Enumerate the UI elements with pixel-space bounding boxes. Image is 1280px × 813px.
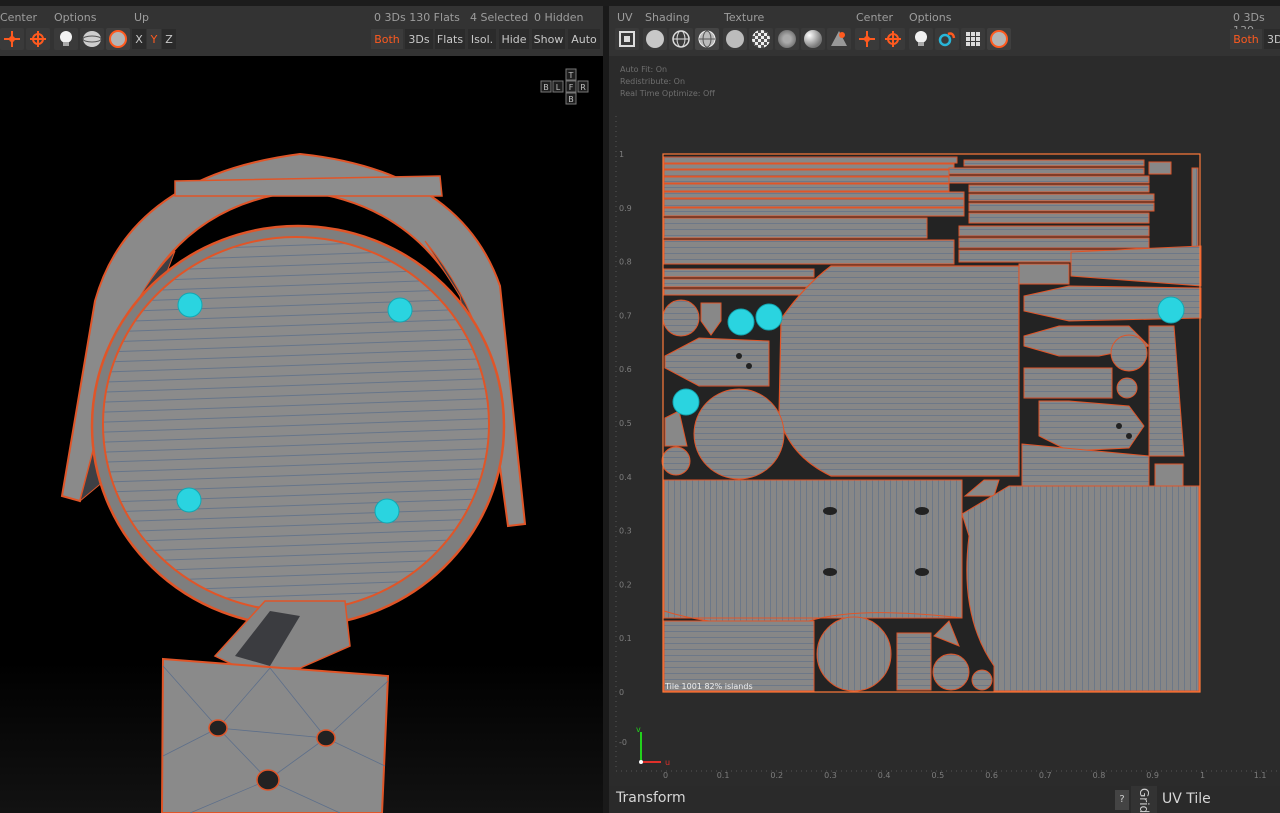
options-caption: Options xyxy=(909,11,952,24)
both-button[interactable]: Both xyxy=(1230,29,1262,49)
3d-viewport-toolbar: Center Options Up X Y Z 0 3Ds 130 Flats … xyxy=(0,6,603,56)
v-tick-label: 0.7 xyxy=(619,311,632,320)
v-tick-label: 0.8 xyxy=(619,258,632,267)
solid-sphere-icon[interactable] xyxy=(106,28,130,50)
grid-icon[interactable] xyxy=(961,28,985,50)
center-caption: Center xyxy=(0,11,38,24)
uv-viewport[interactable]: UV Shading Texture Center Options 0 3Ds … xyxy=(609,6,1280,813)
3d-button[interactable]: 3D xyxy=(1264,29,1280,49)
v-tick-label: 0.6 xyxy=(619,365,632,374)
help-button[interactable]: ? xyxy=(1115,790,1129,810)
v-tick-label: 0.3 xyxy=(619,527,632,536)
flat-sphere-icon[interactable] xyxy=(723,28,747,50)
uv-viewport-toolbar: UV Shading Texture Center Options 0 3Ds … xyxy=(609,6,1280,56)
dot-texture-icon[interactable] xyxy=(775,28,799,50)
v-tick-label: 0.1 xyxy=(619,634,632,643)
transform-move-icon[interactable] xyxy=(0,28,24,50)
show-button[interactable]: Show xyxy=(532,29,565,49)
auto-button[interactable]: Auto xyxy=(568,29,600,49)
v-tick-label: 1 xyxy=(619,150,624,159)
uv-caption: UV xyxy=(617,11,633,24)
shading-caption: Shading xyxy=(645,11,690,24)
v-axis-label: v xyxy=(636,725,641,734)
both-button[interactable]: Both xyxy=(371,29,403,49)
v-tick-label: 0.5 xyxy=(619,419,632,428)
transform-panel-tab[interactable]: Transform xyxy=(616,790,686,806)
u-tick-label: 0.1 xyxy=(717,771,730,780)
u-tick-label: 0.4 xyxy=(878,771,891,780)
u-tick-label: 0.2 xyxy=(770,771,783,780)
v-tick-label: 0 xyxy=(619,688,624,697)
selected-point xyxy=(176,487,202,513)
v-tick-label: 0.4 xyxy=(619,473,632,482)
solid-sphere-icon[interactable] xyxy=(987,28,1011,50)
up-caption: Up xyxy=(134,11,150,24)
3d-viewport[interactable]: Center Options Up X Y Z 0 3Ds 130 Flats … xyxy=(0,6,603,813)
v-tick-label: 0.2 xyxy=(619,580,632,589)
bottom-panel-bar: Transform ? Grid UV Tile xyxy=(609,786,1280,813)
light-bulb-icon[interactable] xyxy=(54,28,78,50)
uv-canvas[interactable]: Auto Fit: On Redistribute: On Real Time … xyxy=(609,56,1280,786)
tile-label: Tile 1001 82% islands xyxy=(665,682,753,691)
pivot-icon[interactable] xyxy=(881,28,905,50)
pivot-icon[interactable] xyxy=(26,28,50,50)
selected-uv-point xyxy=(672,388,700,416)
3d-scene[interactable]: T B L F R B xyxy=(0,56,603,813)
u-axis-label: u xyxy=(665,758,670,767)
selected-uv-point xyxy=(727,308,755,336)
u-tick-label: 0 xyxy=(663,771,668,780)
uv-tile-panel-tab[interactable]: UV Tile xyxy=(1162,791,1211,807)
u-tick-label: 0.7 xyxy=(1039,771,1052,780)
uv-frame-icon[interactable] xyxy=(615,28,639,50)
v-tick-label: 0.9 xyxy=(619,204,632,213)
selected-count: 4 Selected xyxy=(470,11,529,24)
hide-button[interactable]: Hide xyxy=(499,29,529,49)
v-tick-label: -0 xyxy=(619,738,627,747)
selected-point xyxy=(387,297,413,323)
object-count: 0 3Ds 130 Flats xyxy=(374,11,460,24)
u-tick-label: 0.9 xyxy=(1146,771,1159,780)
selected-uv-point xyxy=(755,303,783,331)
u-tick-label: 0.3 xyxy=(824,771,837,780)
wire-sphere-icon[interactable] xyxy=(80,28,104,50)
light-bulb-icon[interactable] xyxy=(909,28,933,50)
3ds-button[interactable]: 3Ds xyxy=(405,29,433,49)
selected-point xyxy=(177,292,203,318)
center-move-icon[interactable] xyxy=(855,28,879,50)
selected-point xyxy=(374,498,400,524)
checker-texture-icon[interactable] xyxy=(749,28,773,50)
uv-layout: 1 0.9 0.8 0.7 0.6 0.5 0.4 0.3 0.2 0.1 0 -0 0 0.1 0.2 0… xyxy=(615,116,1280,780)
flats-button[interactable]: Flats xyxy=(435,29,465,49)
hidden-count: 0 Hidden xyxy=(534,11,584,24)
wire-globe-icon[interactable] xyxy=(669,28,693,50)
u-tick-label: 0.6 xyxy=(985,771,998,780)
mesh-render xyxy=(60,152,527,813)
selected-uv-point xyxy=(1157,296,1185,324)
grid-panel-tab[interactable]: Grid xyxy=(1131,786,1157,813)
options-caption: Options xyxy=(54,11,97,24)
sphere-shading-icon[interactable] xyxy=(643,28,667,50)
axis-y-button[interactable]: Y xyxy=(147,29,161,49)
texture-caption: Texture xyxy=(724,11,765,24)
axis-z-button[interactable]: Z xyxy=(162,29,176,49)
u-tick-label: 0.8 xyxy=(1093,771,1106,780)
u-tick-label: 1.1 xyxy=(1254,771,1267,780)
isolate-button[interactable]: Isol. xyxy=(468,29,496,49)
center-caption: Center xyxy=(856,11,894,24)
axis-x-button[interactable]: X xyxy=(132,29,146,49)
link-icon[interactable] xyxy=(935,28,959,50)
cone-light-icon[interactable] xyxy=(827,28,851,50)
sphere-light-icon[interactable] xyxy=(801,28,825,50)
u-tick-label: 1 xyxy=(1200,771,1205,780)
checker-globe-icon[interactable] xyxy=(695,28,719,50)
u-tick-label: 0.5 xyxy=(932,771,945,780)
